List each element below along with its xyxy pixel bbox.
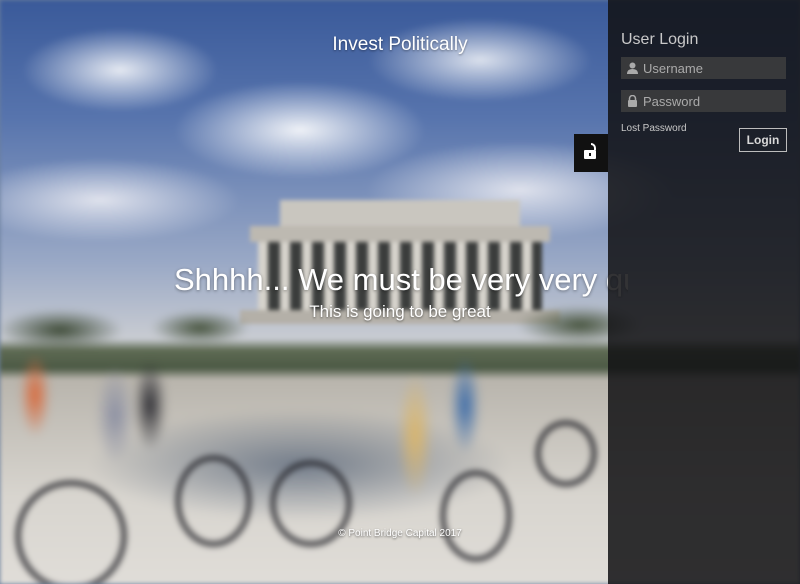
hero-title: Shhhh... We must be very very quiet [174,262,628,297]
user-icon [621,62,643,74]
lock-icon [621,95,643,107]
login-panel-toggle[interactable] [574,134,608,172]
unlock-icon [582,142,600,165]
username-field[interactable] [621,57,786,79]
password-field[interactable] [621,90,786,112]
lost-password-link[interactable]: Lost Password [621,123,687,134]
password-input[interactable] [643,93,783,109]
bicycle-wheel [535,420,597,487]
username-input[interactable] [643,60,783,76]
login-button[interactable]: Login [739,128,787,152]
login-title: User Login [621,31,699,48]
bicycle-wheel [440,470,512,562]
login-panel: User Login Lost Password Login [608,0,800,584]
